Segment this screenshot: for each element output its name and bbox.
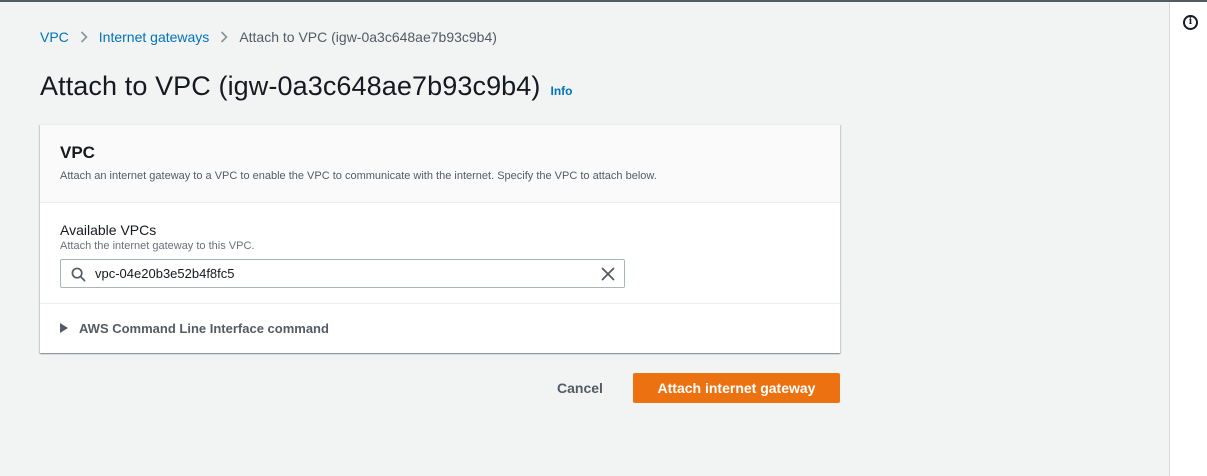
available-vpcs-field: Available VPCs Attach the internet gatew… (40, 203, 840, 304)
panel-header: VPC Attach an internet gateway to a VPC … (40, 125, 840, 203)
page-title: Attach to VPC (igw-0a3c648ae7b93c9b4) (40, 71, 541, 101)
main-content: VPC Internet gateways Attach to VPC (igw… (0, 2, 1169, 476)
attach-internet-gateway-button[interactable]: Attach internet gateway (633, 373, 840, 403)
breadcrumb-current: Attach to VPC (igw-0a3c648ae7b93c9b4) (239, 29, 497, 45)
help-panel-toggle: i (1169, 2, 1207, 476)
field-label: Available VPCs (60, 222, 157, 238)
field-description: Attach the internet gateway to this VPC. (60, 240, 255, 252)
cli-label: AWS Command Line Interface command (79, 320, 329, 336)
cancel-button[interactable]: Cancel (538, 373, 622, 403)
info-link[interactable]: Info (551, 84, 573, 98)
chevron-right-icon (69, 31, 99, 43)
vpc-search-value[interactable]: vpc-04e20b3e52b4f8fc5 (95, 266, 235, 281)
close-icon[interactable] (601, 267, 615, 281)
panel-title: VPC (60, 143, 95, 162)
search-icon (71, 267, 86, 282)
chevron-right-icon (209, 31, 239, 43)
breadcrumb-vpc[interactable]: VPC (40, 29, 69, 45)
vpc-search-input[interactable]: vpc-04e20b3e52b4f8fc5 (60, 259, 625, 288)
vpc-panel: VPC Attach an internet gateway to a VPC … (40, 124, 840, 353)
info-circle-icon[interactable]: i (1183, 15, 1198, 30)
breadcrumb: VPC Internet gateways Attach to VPC (igw… (40, 29, 497, 45)
page-header: Attach to VPC (igw-0a3c648ae7b93c9b4) In… (40, 71, 573, 102)
caret-right-icon (60, 323, 68, 333)
cli-expander[interactable]: AWS Command Line Interface command (40, 304, 840, 352)
panel-description: Attach an internet gateway to a VPC to e… (60, 170, 657, 182)
breadcrumb-internet-gateways[interactable]: Internet gateways (99, 29, 210, 45)
